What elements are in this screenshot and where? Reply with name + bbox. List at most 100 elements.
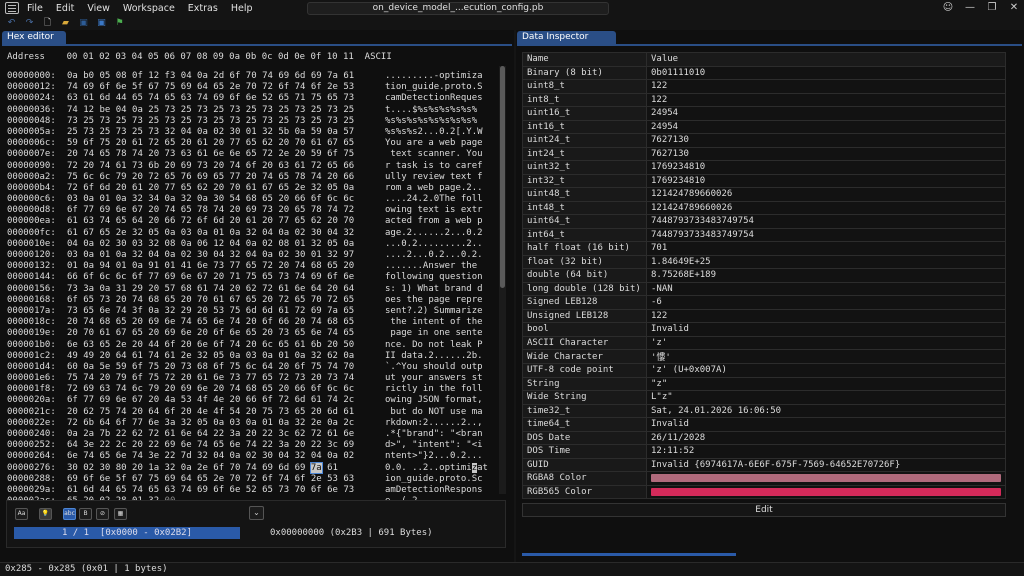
inspector-value[interactable]: 12:11:52 <box>646 444 1006 459</box>
inspector-row[interactable]: Unsigned LEB128 122 <box>522 308 1006 323</box>
row-bytes[interactable]: 20 74 68 65 20 69 6e 74 65 6e 74 20 6f 6… <box>67 317 385 328</box>
inspector-row[interactable]: DOS Time 12:11:52 <box>522 444 1006 459</box>
ascii-segment[interactable]: 0.0. ..2..optimi <box>385 463 472 473</box>
inspector-value[interactable]: 701 <box>646 241 1006 256</box>
row-ascii[interactable]: acted from a web p <box>385 216 505 227</box>
row-bytes[interactable]: 01 0a 94 01 0a 91 01 41 6e 73 77 65 72 2… <box>67 261 385 272</box>
row-bytes[interactable]: 73 25 73 25 73 25 73 25 73 25 73 25 73 2… <box>67 116 385 127</box>
row-bytes[interactable]: 73 3a 0a 31 29 20 57 68 61 74 20 62 72 6… <box>67 284 385 295</box>
row-ascii[interactable]: d>", "intent": "<i <box>385 440 505 451</box>
row-bytes[interactable]: 25 73 25 73 25 73 32 04 0a 02 30 01 32 5… <box>67 127 385 138</box>
hex-scrollbar-thumb[interactable] <box>500 66 505 288</box>
row-ascii[interactable]: rkdown:2......2.., <box>385 418 505 429</box>
inspector-row[interactable]: long double (128 bit) -NAN <box>522 281 1006 296</box>
row-bytes[interactable]: 30 02 30 80 20 1a 32 0a 2e 6f 70 74 69 6… <box>67 461 385 474</box>
inspector-row[interactable]: bool Invalid <box>522 322 1006 337</box>
hex-row[interactable]: 00000168: 6f 65 73 20 74 68 65 20 70 61 6… <box>7 295 505 306</box>
row-bytes[interactable]: 6f 77 69 6e 67 20 74 65 78 74 20 69 73 2… <box>67 205 385 216</box>
undo-icon[interactable]: ↶ <box>6 18 17 29</box>
inspector-row[interactable]: uint32_t 1769234810 <box>522 160 1006 175</box>
row-bytes[interactable]: 59 6f 75 20 61 72 65 20 61 20 77 65 62 2… <box>67 138 385 149</box>
inspector-row[interactable]: int24_t 7627130 <box>522 146 1006 161</box>
row-ascii[interactable]: tion_guide.proto.S <box>385 82 505 93</box>
row-bytes[interactable]: 20 74 65 78 74 20 73 63 61 6e 6e 65 72 2… <box>67 149 385 160</box>
hex-row[interactable]: 00000240: 0a 2a 7b 22 62 72 61 6e 64 22 3… <box>7 429 505 440</box>
row-bytes[interactable]: 75 74 20 79 6f 75 72 20 61 6e 73 77 65 7… <box>67 373 385 384</box>
row-ascii[interactable]: rictly in the foll <box>385 384 505 395</box>
inspector-row[interactable]: ASCII Character'z' <box>522 335 1006 350</box>
lightbulb-icon[interactable]: 💡 <box>39 508 52 520</box>
inspector-row[interactable]: Wide String L"z" <box>522 390 1006 405</box>
inspector-row[interactable]: Wide Character '慺' <box>522 349 1006 364</box>
save-icon[interactable]: ▣ <box>78 18 89 29</box>
inspector-row[interactable]: RGBA8 Color <box>522 471 1006 486</box>
hex-row[interactable]: 00000132: 01 0a 94 01 0a 91 01 41 6e 73 7… <box>7 261 505 272</box>
menu-extras[interactable]: Extras <box>188 3 218 14</box>
row-ascii[interactable]: amDetectionRespons <box>385 485 505 496</box>
minimize-icon[interactable]: — <box>964 2 976 14</box>
bytes-segment[interactable]: 61 <box>322 463 338 473</box>
row-bytes[interactable]: 6f 65 73 20 74 68 65 20 70 61 67 65 20 7… <box>67 295 385 306</box>
row-bytes[interactable]: 60 0a 5e 59 6f 75 20 73 68 6f 75 6c 64 2… <box>67 362 385 373</box>
inspector-row[interactable]: uint8_t 122 <box>522 79 1006 94</box>
hex-row[interactable]: 00000024: 63 61 6d 44 65 74 65 63 74 69 6… <box>7 93 505 104</box>
inspector-value[interactable]: 1769234810 <box>646 160 1006 175</box>
row-bytes[interactable]: 72 6f 6d 20 61 20 77 65 62 20 70 61 67 6… <box>67 183 385 194</box>
case-sensitive-button[interactable]: Aa <box>15 508 28 520</box>
hex-row[interactable]: 00000012: 74 69 6f 6e 5f 67 75 69 64 65 2… <box>7 82 505 93</box>
hex-row[interactable]: 000001b0: 6e 63 65 2e 20 44 6f 20 6e 6f 7… <box>7 340 505 351</box>
hex-row[interactable]: 0000020a: 6f 77 69 6e 67 20 4a 53 4f 4e 2… <box>7 395 505 406</box>
row-bytes[interactable]: 69 6f 6e 5f 67 75 69 64 65 2e 70 72 6f 7… <box>67 474 385 485</box>
inspector-value[interactable]: 122 <box>646 92 1006 107</box>
inspector-value[interactable]: 122 <box>646 79 1006 94</box>
inspector-value[interactable]: -6 <box>646 295 1006 310</box>
inspector-value[interactable]: 7627130 <box>646 133 1006 148</box>
color-value[interactable] <box>646 484 1006 499</box>
inspector-row[interactable]: String "z" <box>522 376 1006 391</box>
hex-row[interactable]: 0000021c: 20 62 75 74 20 64 6f 20 4e 4f 5… <box>7 407 505 418</box>
inspector-value[interactable]: 121424789660026 <box>646 187 1006 202</box>
hex-row[interactable]: 0000022e: 72 6b 64 6f 77 6e 3a 32 05 0a 0… <box>7 418 505 429</box>
smiley-icon[interactable]: ☺ <box>942 2 954 14</box>
inspector-value[interactable]: 7448793733483749754 <box>646 214 1006 229</box>
hex-row[interactable]: 00000144: 66 6f 6c 6c 6f 77 69 6e 67 20 7… <box>7 272 505 283</box>
inspector-value[interactable]: '慺' <box>646 349 1006 364</box>
row-bytes[interactable]: 03 0a 01 0a 32 04 0a 02 30 04 32 04 0a 0… <box>67 250 385 261</box>
inspector-value[interactable]: 121424789660026 <box>646 200 1006 215</box>
menu-help[interactable]: Help <box>231 3 253 14</box>
row-ascii[interactable]: age.2......2...0.2 <box>385 228 505 239</box>
row-bytes[interactable]: 0a b0 05 08 0f 12 f3 04 0a 2d 6f 70 74 6… <box>67 71 385 82</box>
app-menu-icon[interactable] <box>5 2 19 14</box>
row-ascii[interactable]: text scanner. You <box>385 149 505 160</box>
row-ascii[interactable]: nce. Do not leak P <box>385 340 505 351</box>
inspector-row[interactable]: time64_t Invalid <box>522 417 1006 432</box>
inspector-row[interactable]: half float (16 bit) 701 <box>522 241 1006 256</box>
row-bytes[interactable]: 20 62 75 74 20 64 6f 20 4e 4f 54 20 75 7… <box>67 407 385 418</box>
hex-row[interactable]: 0000017a: 73 65 6e 74 3f 0a 32 29 20 53 7… <box>7 306 505 317</box>
inspector-row[interactable]: RGB565 Color <box>522 484 1006 499</box>
redo-icon[interactable]: ↷ <box>24 18 35 29</box>
menu-workspace[interactable]: Workspace <box>123 3 175 14</box>
row-ascii[interactable]: rom a web page.2.. <box>385 183 505 194</box>
row-ascii[interactable]: sent?.2) Summarize <box>385 306 505 317</box>
selected-byte[interactable]: 7a <box>309 461 323 474</box>
row-ascii[interactable]: page in one sente <box>385 328 505 339</box>
row-ascii[interactable]: ntent>"}2...0.2... <box>385 451 505 462</box>
row-ascii[interactable]: owing text is extr <box>385 205 505 216</box>
row-ascii[interactable]: owing JSON format, <box>385 395 505 406</box>
open-folder-icon[interactable]: ▰ <box>60 18 71 29</box>
row-ascii[interactable]: but do NOT use ma <box>385 407 505 418</box>
inspector-value[interactable]: 7448793733483749754 <box>646 227 1006 242</box>
inspector-value[interactable]: 1769234810 <box>646 173 1006 188</box>
hex-row[interactable]: 00000264: 6e 74 65 6e 74 3e 22 7d 32 04 0… <box>7 451 505 462</box>
row-ascii[interactable]: %s%s%s2...0.2[.Y.W <box>385 127 505 138</box>
abc-search-button[interactable]: abc <box>63 508 76 520</box>
inspector-value[interactable]: 7627130 <box>646 146 1006 161</box>
row-bytes[interactable]: 04 0a 02 30 03 32 08 0a 06 12 04 0a 02 0… <box>67 239 385 250</box>
inspector-row[interactable]: int8_t 122 <box>522 92 1006 107</box>
row-ascii[interactable]: 0.0. ..2..optimizat <box>385 462 505 474</box>
row-bytes[interactable]: 6e 63 65 2e 20 44 6f 20 6e 6f 74 20 6c 6… <box>67 340 385 351</box>
inspector-row[interactable]: int16_t 24954 <box>522 119 1006 134</box>
row-ascii[interactable]: `.^You should outp <box>385 362 505 373</box>
row-bytes[interactable]: 64 3e 22 2c 20 22 69 6e 74 65 6e 74 22 3… <box>67 440 385 451</box>
